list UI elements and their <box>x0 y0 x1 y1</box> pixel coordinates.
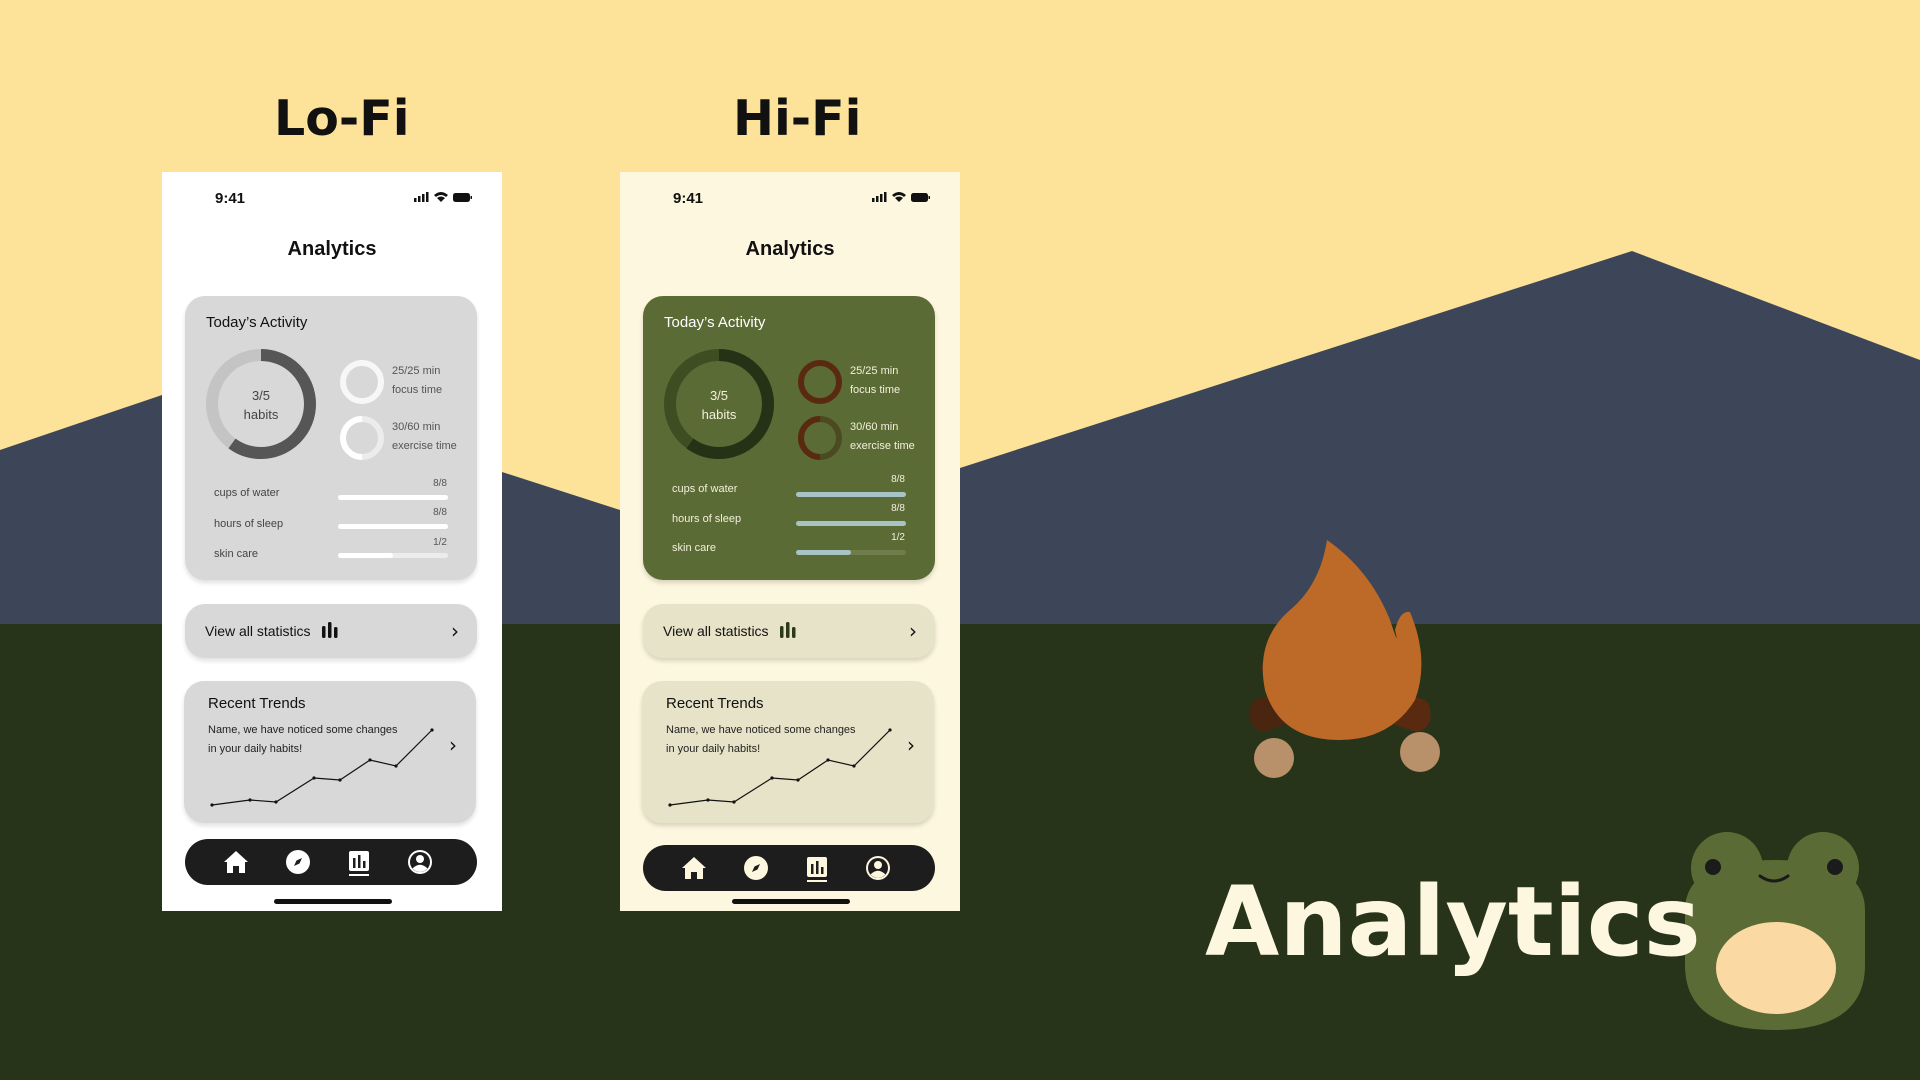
progress-fill-sleep <box>338 524 448 529</box>
habits-summary: 3/5 habits <box>206 386 316 424</box>
trend-line-chart <box>210 728 434 807</box>
profile-icon[interactable] <box>405 847 435 877</box>
chevron-right-icon: › <box>907 733 915 757</box>
compass-icon[interactable] <box>741 853 771 883</box>
focus-value: 25/25 min <box>850 365 899 377</box>
exercise-value: 30/60 min <box>850 421 899 433</box>
row-value-sleep: 8/8 <box>433 507 447 518</box>
status-time: 9:41 <box>215 190 246 207</box>
chevron-right-icon: › <box>909 619 917 643</box>
progress-fill-skincare <box>796 550 851 555</box>
home-indicator <box>274 899 392 904</box>
hifi-label: Hi-Fi <box>733 90 862 147</box>
todays-activity-card: Today’s Activity 3/5 habits 25/25 min fo… <box>643 296 935 580</box>
page-title: Analytics <box>287 238 377 260</box>
habits-label: habits <box>243 407 279 422</box>
chart-icon[interactable] <box>802 853 832 883</box>
home-icon[interactable] <box>679 853 709 883</box>
lofi-phone: 9:41 Analytics Today’s Activity 3/5 habi… <box>162 172 502 911</box>
showcase-title: Analytics <box>1205 866 1701 978</box>
trend-line-chart <box>668 728 892 807</box>
progress-fill-water <box>796 492 906 497</box>
frog-mascot-illustration <box>1685 832 1865 1030</box>
focus-stat: 25/25 min focus time <box>850 362 900 400</box>
bar-chart-icon <box>322 622 338 638</box>
progress-bar-water <box>338 495 448 500</box>
row-label-water: cups of water <box>672 483 738 495</box>
progress-fill-water <box>338 495 448 500</box>
chevron-right-icon: › <box>451 619 459 643</box>
hifi-phone: 9:41 Analytics Today’s Activity 3/5 habi… <box>620 172 960 911</box>
progress-bar-sleep <box>796 521 906 526</box>
progress-bar-skincare <box>338 553 448 558</box>
focus-label: focus time <box>392 384 443 396</box>
focus-value: 25/25 min <box>392 365 441 377</box>
row-value-skincare: 1/2 <box>433 537 447 548</box>
exercise-value: 30/60 min <box>392 421 441 433</box>
exercise-label: exercise time <box>392 440 457 452</box>
view-all-statistics-button[interactable]: View all statistics › <box>643 604 935 658</box>
row-label-sleep: hours of sleep <box>672 513 742 525</box>
campfire-illustration <box>1249 540 1440 778</box>
todays-activity-card: Today’s Activity 3/5 habits 25/25 min fo… <box>185 296 477 580</box>
progress-fill-skincare <box>338 553 393 558</box>
progress-bar-water <box>796 492 906 497</box>
bottom-nav-bar <box>643 845 935 891</box>
home-indicator <box>732 899 850 904</box>
profile-icon[interactable] <box>863 853 893 883</box>
row-label-skincare: skin care <box>214 548 259 560</box>
exercise-stat: 30/60 min exercise time <box>850 418 915 456</box>
bar-chart-icon <box>780 622 796 638</box>
view-all-label: View all statistics <box>663 623 769 639</box>
progress-bar-skincare <box>796 550 906 555</box>
compass-icon[interactable] <box>283 847 313 877</box>
row-value-sleep: 8/8 <box>891 503 905 514</box>
progress-fill-sleep <box>796 521 906 526</box>
view-all-label: View all statistics <box>205 623 311 639</box>
status-icons <box>872 192 930 202</box>
page-title: Analytics <box>745 238 835 260</box>
row-value-water: 8/8 <box>433 478 447 489</box>
recent-trends-card[interactable]: Recent Trends Name, we have noticed some… <box>642 681 934 823</box>
row-label-water: cups of water <box>214 487 280 499</box>
progress-bar-sleep <box>338 524 448 529</box>
recent-trends-card[interactable]: Recent Trends Name, we have noticed some… <box>184 681 476 823</box>
habits-label: habits <box>701 407 737 422</box>
status-icons <box>414 192 472 202</box>
focus-stat: 25/25 min focus time <box>392 362 442 400</box>
habits-value: 3/5 <box>709 388 729 403</box>
row-value-water: 8/8 <box>891 474 905 485</box>
row-label-skincare: skin care <box>672 542 717 554</box>
exercise-label: exercise time <box>850 440 915 452</box>
row-label-sleep: hours of sleep <box>214 518 284 530</box>
habits-summary: 3/5 habits <box>664 386 774 424</box>
row-value-skincare: 1/2 <box>891 532 905 543</box>
home-icon[interactable] <box>221 847 251 877</box>
bottom-nav-bar <box>185 839 477 885</box>
chart-icon[interactable] <box>344 847 374 877</box>
focus-label: focus time <box>850 384 901 396</box>
view-all-statistics-button[interactable]: View all statistics › <box>185 604 477 658</box>
status-time: 9:41 <box>673 190 704 207</box>
habits-value: 3/5 <box>251 388 271 403</box>
chevron-right-icon: › <box>449 733 457 757</box>
lofi-label: Lo-Fi <box>274 90 410 147</box>
exercise-stat: 30/60 min exercise time <box>392 418 457 456</box>
